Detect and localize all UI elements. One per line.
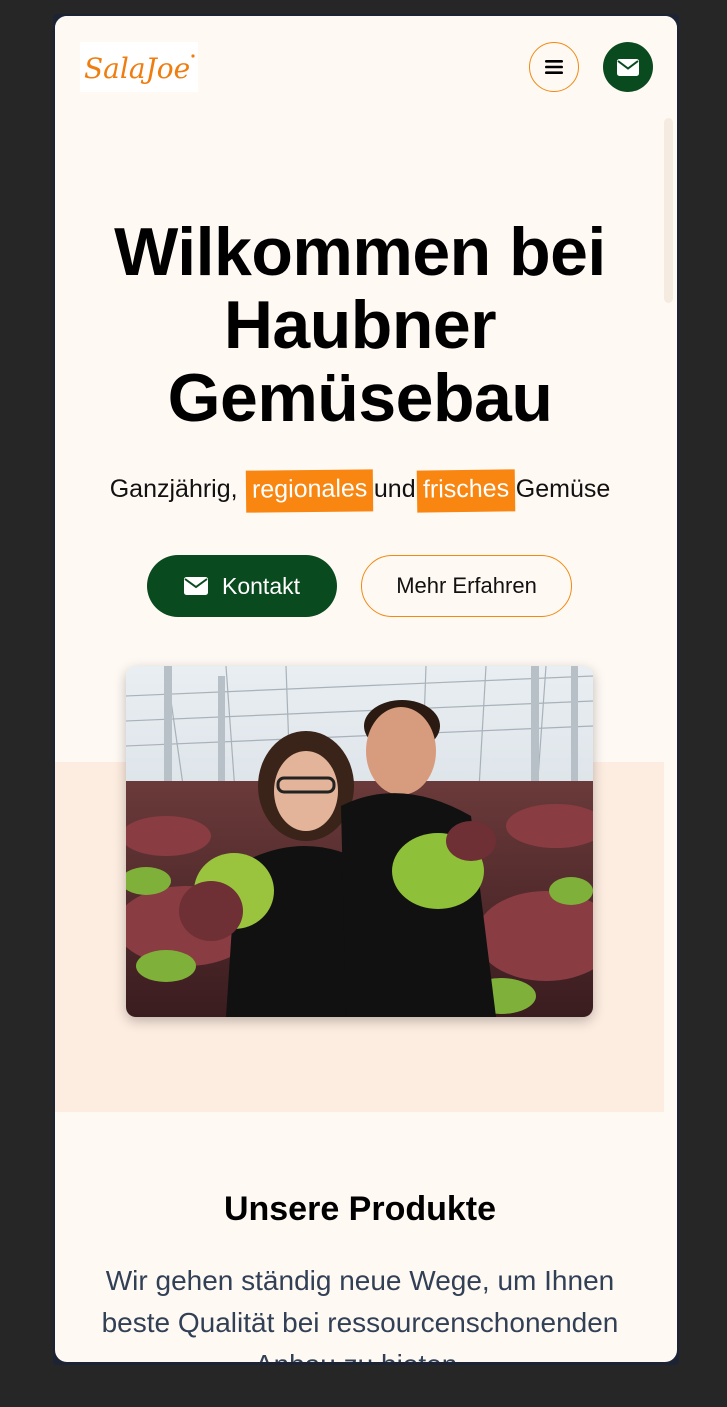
tagline-text-2: und xyxy=(373,475,416,503)
mehr-erfahren-button[interactable]: Mehr Erfahren xyxy=(361,555,572,617)
scrollbar-thumb[interactable] xyxy=(664,118,673,303)
mehr-erfahren-label: Mehr Erfahren xyxy=(396,573,537,598)
page-screen: SalaJoe Wilkommen bei Haubner Gemüsebau … xyxy=(55,16,677,1362)
products-section-text: Wir gehen ständig neue Wege, um Ihnen be… xyxy=(101,1265,619,1362)
hero-title: Wilkommen bei Haubner Gemüsebau xyxy=(114,214,606,436)
logo-lettering: SalaJoe xyxy=(84,52,190,85)
tagline-highlight-regionales: regionales xyxy=(245,469,374,513)
envelope-icon xyxy=(184,577,208,595)
tagline-text-1: Ganzjährig, xyxy=(109,475,238,503)
hamburger-icon xyxy=(545,60,563,74)
site-header: SalaJoe xyxy=(55,16,677,116)
hero-tagline: Ganzjährig, regionales und frisches Gemüse xyxy=(55,469,665,513)
salajoe-logo[interactable]: SalaJoe xyxy=(80,42,198,92)
kontakt-button-label: Kontakt xyxy=(222,572,300,599)
envelope-icon xyxy=(617,58,639,76)
products-section-title: Unsere Produkte xyxy=(223,1190,497,1228)
mail-button[interactable] xyxy=(603,42,653,92)
menu-button[interactable] xyxy=(529,42,579,92)
tagline-text-3: Gemüse xyxy=(515,475,611,503)
tagline-highlight-frisches: frisches xyxy=(416,469,516,513)
hero-photo-farmers-greenhouse xyxy=(126,666,593,1017)
kontakt-button[interactable]: Kontakt xyxy=(147,555,337,617)
